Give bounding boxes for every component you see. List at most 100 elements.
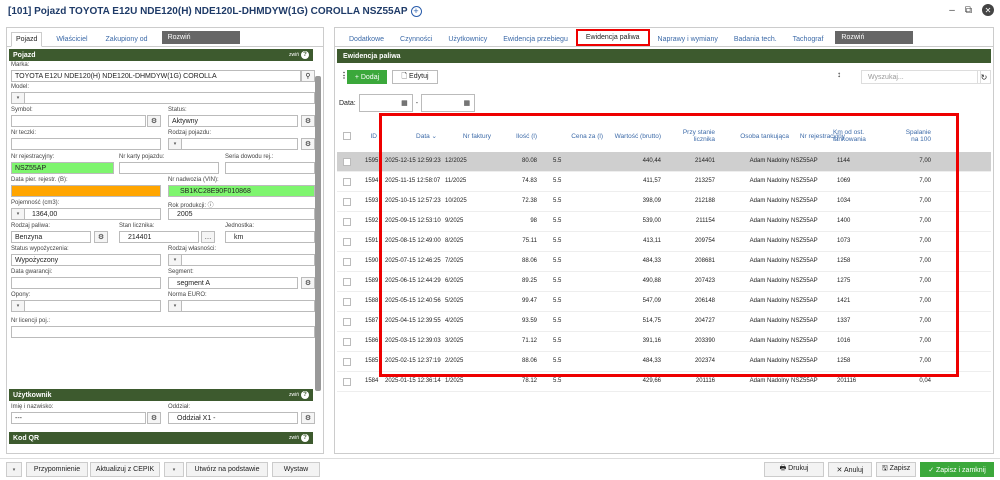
date-to-field[interactable]: ▦ — [421, 94, 476, 112]
sort-icon[interactable]: ↕ — [837, 70, 841, 79]
norma-euro-select[interactable] — [168, 300, 315, 312]
collapse-toggle[interactable]: zwiń? — [289, 391, 309, 399]
bottom-menu-caret[interactable]: ▾ — [6, 462, 22, 477]
table-row[interactable]: 1589 2025-06-15 12:44:29 6/2025 89.25 5.5 490… — [337, 272, 991, 292]
col-km[interactable]: Km od ost. tankowania — [833, 129, 873, 143]
nr-rejestracyjny-field[interactable]: NSZ55AP — [11, 162, 114, 174]
table-row[interactable]: 1591 2025-08-15 12:49:00 8/2025 75.11 5.5 413… — [337, 232, 991, 252]
gear-icon[interactable]: ⚙ — [301, 138, 315, 150]
table-row[interactable]: 1593 2025-10-15 12:57:23 10/2025 72.38 5.5 39… — [337, 192, 991, 212]
restore-button[interactable]: ⧉ — [965, 5, 972, 16]
pojemnosc-field[interactable]: 1364,00 — [11, 208, 161, 220]
date-from-field[interactable]: ▦ — [358, 94, 413, 112]
data-gwarancji-field[interactable] — [11, 277, 161, 289]
edit-button[interactable]: 🗋 Edytuj — [392, 70, 438, 84]
oddzial-select[interactable]: Oddział X1 - — [168, 412, 298, 424]
row-checkbox[interactable] — [343, 178, 351, 186]
nr-teczki-field[interactable] — [11, 138, 161, 150]
table-row[interactable]: 1592 2025-09-15 12:53:10 9/2025 98 5.5 539,00… — [337, 212, 991, 232]
row-checkbox[interactable] — [343, 298, 351, 306]
rodzaj-paliwa-select[interactable]: Benzyna — [11, 231, 91, 243]
nr-licencji-field[interactable] — [11, 326, 315, 338]
table-row[interactable]: 1587 2025-04-15 12:39:55 4/2025 93.59 5.5 514… — [337, 312, 991, 332]
wystaw-button[interactable]: Wystaw — [272, 462, 320, 477]
table-row[interactable]: 1594 2025-11-15 12:58:07 11/2025 74.83 5.5 41… — [337, 172, 991, 192]
utworz-caret[interactable]: ▾ — [164, 462, 184, 477]
row-checkbox[interactable] — [343, 158, 351, 166]
chevron-down-icon[interactable]: ▾ — [11, 92, 25, 104]
tab-naprawy[interactable]: Naprawy i wymiany — [650, 33, 726, 46]
add-icon[interactable]: + — [410, 5, 422, 17]
save-close-button[interactable]: ✓ Zapisz i zamknij — [920, 462, 994, 477]
gear-icon[interactable]: ⚙ — [147, 115, 161, 127]
table-row[interactable]: 1590 2025-07-15 12:46:25 7/2025 88.06 5.5 484… — [337, 252, 991, 272]
aktualizuj-cepik-button[interactable]: Aktualizuj z CEPIK — [90, 462, 160, 477]
row-checkbox[interactable] — [343, 198, 351, 206]
chevron-down-icon[interactable]: ▾ — [168, 138, 182, 150]
stan-licznika-field[interactable]: 214401 — [119, 231, 199, 243]
imie-select[interactable]: --- — [11, 412, 146, 424]
przypomnienie-button[interactable]: Przypomnienie — [26, 462, 88, 477]
search-icon[interactable]: ⚲ — [301, 70, 315, 82]
status-select[interactable]: Aktywny — [168, 115, 298, 127]
section-uzytkownik-header[interactable]: Użytkownik zwiń? — [9, 389, 313, 401]
gear-icon[interactable]: ⚙ — [301, 277, 315, 289]
col-osoba[interactable]: Osoba tankująca — [729, 133, 789, 140]
section-kod-qr-header[interactable]: Kod QR zwiń? — [9, 432, 313, 444]
rodzaj-pojazdu-select[interactable] — [168, 138, 298, 150]
rozwin-dropdown[interactable]: Rozwiń — [835, 31, 914, 44]
tab-ewidencja-przebiegu[interactable]: Ewidencja przebiegu — [495, 33, 576, 46]
gear-icon[interactable]: ⚙ — [301, 412, 315, 424]
calendar-icon[interactable]: ▦ — [463, 99, 470, 107]
table-row[interactable]: 1585 2025-02-15 12:37:19 2/2025 88.06 5.5 484… — [337, 352, 991, 372]
chevron-down-icon[interactable]: ▾ — [11, 208, 25, 220]
select-all-checkbox[interactable] — [343, 132, 351, 140]
gear-icon[interactable]: ⚙ — [94, 231, 108, 243]
scrollbar[interactable] — [315, 76, 321, 391]
tab-wlasciciel[interactable]: Właściciel — [52, 33, 91, 46]
jednostka-select[interactable]: km — [225, 231, 315, 243]
collapse-toggle[interactable]: zwiń? — [289, 434, 309, 442]
col-data[interactable]: Data ⌄ — [403, 132, 437, 140]
calendar-icon[interactable]: ▦ — [401, 99, 408, 107]
add-button[interactable]: + Dodaj — [347, 70, 387, 84]
tab-uzytkownicy[interactable]: Użytkownicy — [440, 33, 495, 46]
row-checkbox[interactable] — [343, 358, 351, 366]
table-row[interactable]: 1588 2025-05-15 12:40:56 5/2025 99.47 5.5 547… — [337, 292, 991, 312]
cancel-button[interactable]: ✕ Anuluj — [828, 462, 872, 477]
col-wartosc[interactable]: Wartość (brutto) — [605, 133, 661, 140]
more-icon[interactable]: … — [201, 231, 215, 243]
section-pojazd-header[interactable]: Pojazd zwiń? — [9, 49, 313, 61]
vin-field[interactable]: SB1KC28E90F010868 — [168, 185, 315, 197]
row-checkbox[interactable] — [343, 338, 351, 346]
row-checkbox[interactable] — [343, 238, 351, 246]
marka-field[interactable]: TOYOTA E12U NDE120(H) NDE120L-DHMDYW(1G)… — [11, 70, 301, 82]
gear-icon[interactable]: ⚙ — [147, 412, 161, 424]
status-wypozyczenia-select[interactable]: Wypożyczony — [11, 254, 161, 266]
opony-select[interactable] — [11, 300, 161, 312]
table-row[interactable]: 1595 2025-12-15 12:59:23 12/2025 80.08 5.5 44… — [337, 152, 991, 172]
chevron-down-icon[interactable]: ▾ — [168, 300, 182, 312]
row-checkbox[interactable] — [343, 278, 351, 286]
save-button[interactable]: 🖫 Zapisz — [876, 462, 916, 477]
rodzaj-wlasnosci-select[interactable] — [168, 254, 315, 266]
collapse-toggle[interactable]: zwiń? — [289, 51, 309, 59]
row-checkbox[interactable] — [343, 378, 351, 386]
segment-select[interactable]: segment A — [168, 277, 298, 289]
table-row[interactable]: 1586 2025-03-15 12:39:03 3/2025 71.12 5.5 391… — [337, 332, 991, 352]
data-pier-rejestr-field[interactable] — [11, 185, 161, 197]
tab-dodatkowe[interactable]: Dodatkowe — [341, 33, 392, 46]
utworz-button[interactable]: Utwórz na podstawie — [186, 462, 268, 477]
tab-badania[interactable]: Badania tech. — [726, 33, 785, 46]
row-checkbox[interactable] — [343, 258, 351, 266]
col-id[interactable]: ID — [365, 133, 378, 140]
chevron-down-icon[interactable]: ▾ — [168, 254, 182, 266]
print-button[interactable]: 🖶 Drukuj — [764, 462, 824, 477]
tab-czynnosci[interactable]: Czynności — [392, 33, 440, 46]
rozwin-dropdown[interactable]: Rozwiń — [161, 31, 240, 44]
close-button[interactable]: ✕ — [982, 4, 994, 16]
refresh-icon[interactable]: ↻ — [977, 70, 991, 84]
row-checkbox[interactable] — [343, 318, 351, 326]
search-input[interactable]: Wyszukaj... — [861, 70, 981, 84]
row-checkbox[interactable] — [343, 218, 351, 226]
